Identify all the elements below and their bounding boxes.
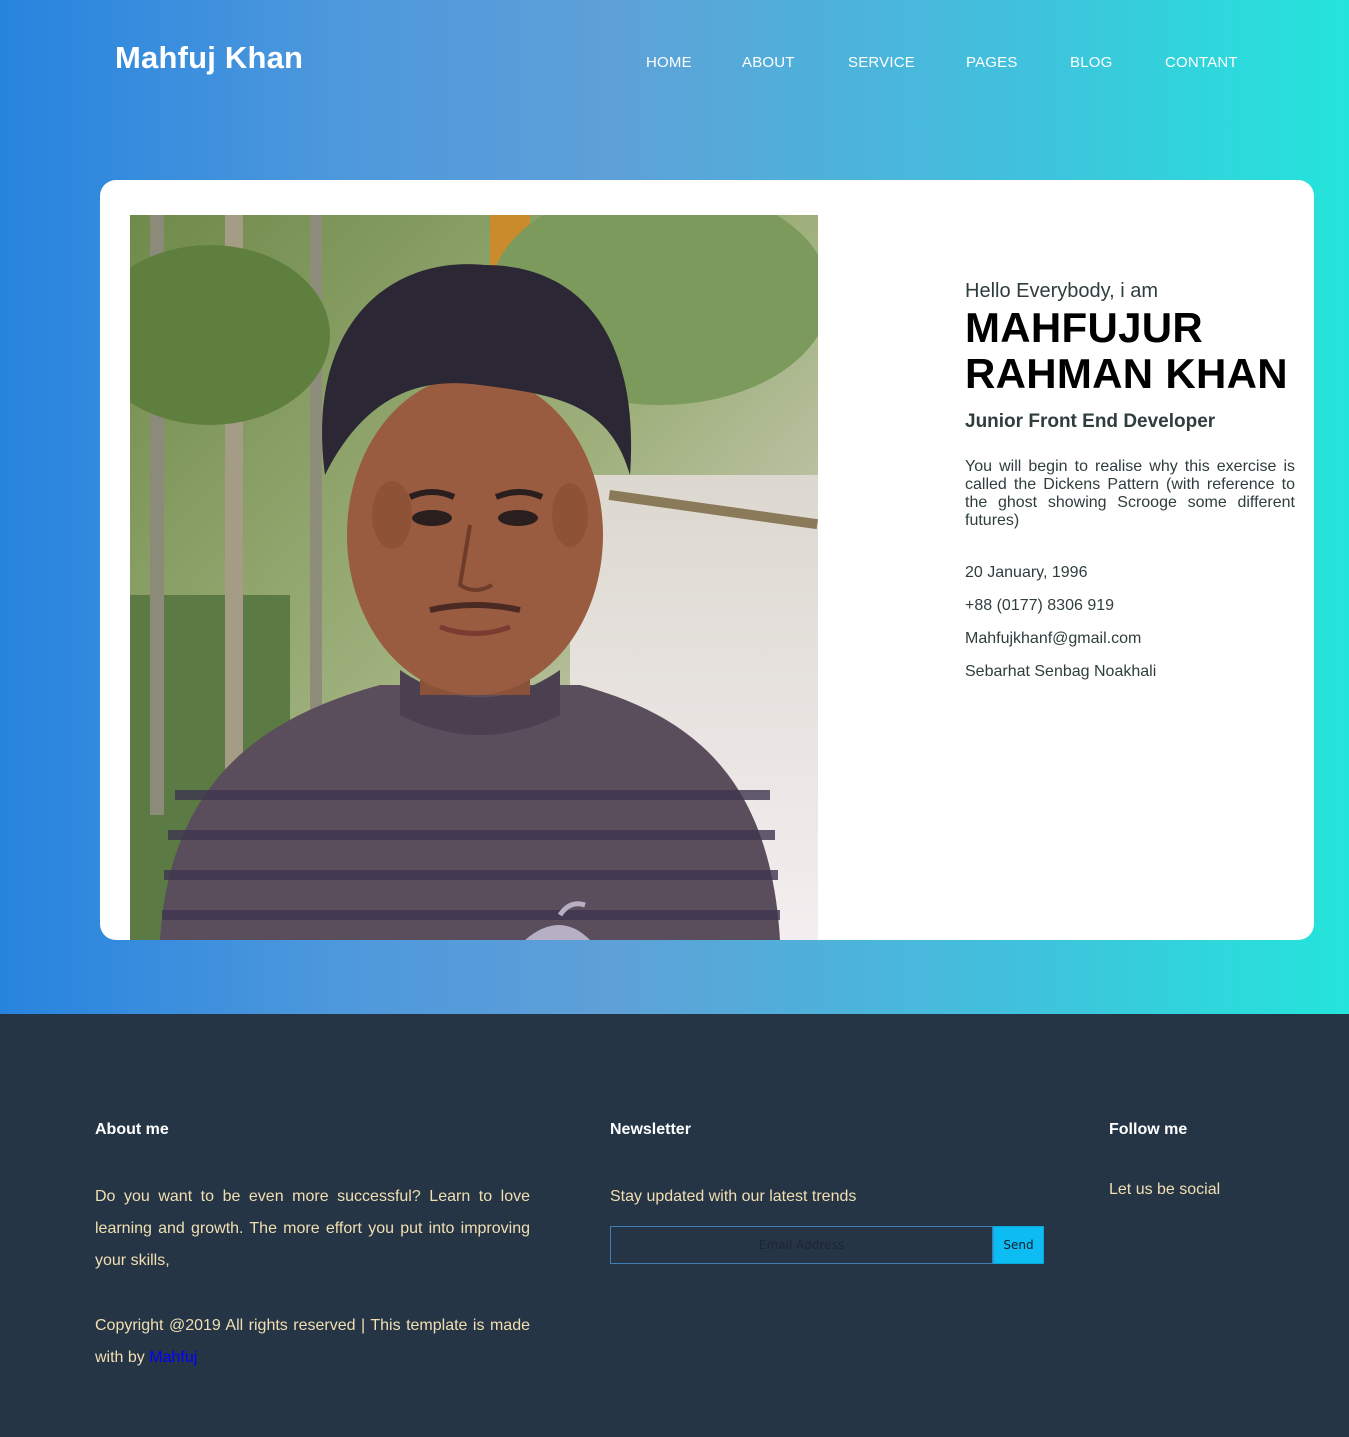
follow-heading: Follow me xyxy=(1109,1121,1188,1138)
social-text: Let us be social xyxy=(1109,1181,1221,1198)
name-line-2: RAHMAN KHAN xyxy=(965,350,1288,397)
email-address-input[interactable] xyxy=(610,1226,993,1264)
newsletter-form: Send xyxy=(610,1226,1044,1264)
site-footer: About me Do you want to be even more suc… xyxy=(0,1014,1349,1437)
intro-block: Hello Everybody, i am MAHFUJUR RAHMAN KH… xyxy=(965,280,1295,696)
name-line-1: MAHFUJUR xyxy=(965,304,1204,351)
copyright-text: Copyright @2019 All rights reserved | Th… xyxy=(95,1310,530,1374)
about-text: Do you want to be even more successful? … xyxy=(95,1188,530,1269)
full-name-heading: MAHFUJUR RAHMAN KHAN xyxy=(965,305,1295,397)
nav-contant-link[interactable]: CONTANT xyxy=(1165,54,1238,71)
about-heading: About me xyxy=(95,1121,169,1138)
profile-photo xyxy=(130,215,818,940)
birthdate-text: 20 January, 1996 xyxy=(965,564,1088,581)
phone-text: +88 (0177) 8306 919 xyxy=(965,597,1115,614)
main-nav: HOME ABOUT SERVICE PAGES BLOG CONTANT xyxy=(0,54,1349,74)
nav-service-link[interactable]: SERVICE xyxy=(848,54,915,71)
author-link[interactable]: Mahfuj xyxy=(149,1349,197,1366)
hero-section: Mahfuj Khan HOME ABOUT SERVICE PAGES BLO… xyxy=(0,0,1349,1014)
nav-about-link[interactable]: ABOUT xyxy=(742,54,795,71)
profile-card: Hello Everybody, i am MAHFUJUR RAHMAN KH… xyxy=(100,180,1314,940)
newsletter-heading: Newsletter xyxy=(610,1121,691,1138)
email-text: Mahfujkhanf@gmail.com xyxy=(965,630,1142,647)
newsletter-text: Stay updated with our latest trends xyxy=(610,1188,857,1205)
address-text: Sebarhat Senbag Noakhali xyxy=(965,663,1157,680)
nav-blog-link[interactable]: BLOG xyxy=(1070,54,1112,71)
greeting-text: Hello Everybody, i am xyxy=(965,280,1159,302)
contact-info: 20 January, 1996 +88 (0177) 8306 919 Mah… xyxy=(965,564,1295,696)
nav-pages-link[interactable]: PAGES xyxy=(966,54,1018,71)
profile-description: You will begin to realise why this exerc… xyxy=(965,458,1295,529)
job-title: Junior Front End Developer xyxy=(965,411,1216,432)
send-button[interactable]: Send xyxy=(993,1226,1044,1264)
nav-home-link[interactable]: HOME xyxy=(646,54,692,71)
